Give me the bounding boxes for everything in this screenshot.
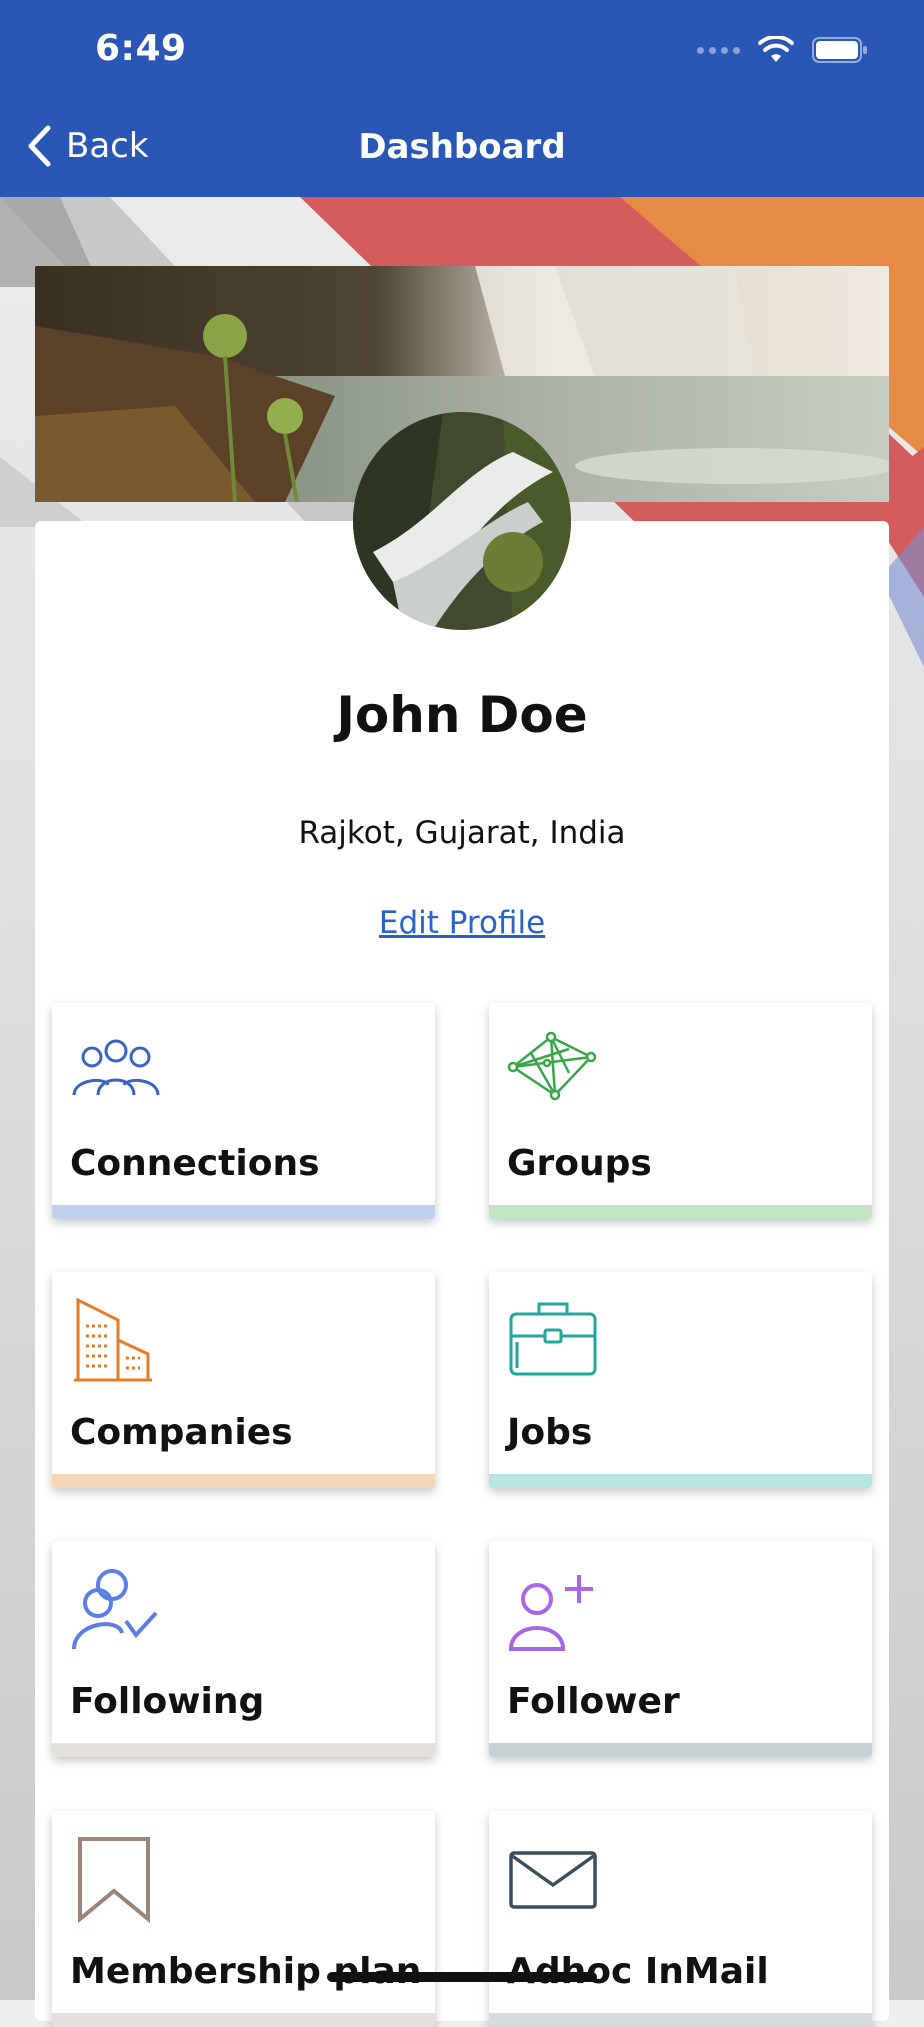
profile-card (35, 521, 889, 2021)
bookmark-icon (70, 1835, 162, 1927)
briefcase-icon (507, 1296, 599, 1388)
tile-accent (489, 1474, 872, 1488)
status-indicators (697, 36, 868, 64)
tile-accent (489, 1205, 872, 1219)
tile-label: Follower (507, 1681, 680, 1722)
tile-label: Connections (70, 1143, 320, 1184)
tile-membership-plan[interactable]: Membership plan (52, 1811, 435, 2027)
home-indicator[interactable] (327, 1972, 597, 1982)
status-time: 6:49 (95, 28, 187, 69)
tile-connections[interactable]: Connections (52, 1003, 435, 1219)
tile-accent (52, 1743, 435, 1757)
tile-following[interactable]: Following (52, 1541, 435, 1757)
tile-accent (52, 2013, 435, 2027)
edit-profile-link[interactable]: Edit Profile (0, 905, 924, 941)
app-bar: 6:49 Back Dashboard (0, 0, 924, 197)
tile-companies[interactable]: Companies (52, 1272, 435, 1488)
tile-label: Groups (507, 1143, 652, 1184)
network-icon (507, 1027, 599, 1119)
tile-accent (52, 1205, 435, 1219)
wifi-icon (758, 36, 794, 64)
tile-accent (52, 1474, 435, 1488)
profile-name: John Doe (336, 686, 588, 744)
battery-icon (812, 37, 868, 63)
tile-accent (489, 2013, 872, 2027)
avatar[interactable] (353, 412, 571, 630)
people-group-icon (70, 1027, 162, 1119)
user-check-icon (70, 1565, 162, 1657)
tile-adhoc-inmail[interactable]: Adhoc InMail (489, 1811, 872, 2027)
tile-label: Companies (70, 1412, 293, 1453)
page-title: Dashboard (358, 127, 566, 167)
tile-accent (489, 1743, 872, 1757)
mail-icon (507, 1835, 599, 1927)
tile-label: Following (70, 1681, 265, 1722)
user-add-icon (507, 1565, 599, 1657)
profile-location: Rajkot, Gujarat, India (298, 815, 626, 851)
cellular-signal-icon (697, 46, 740, 54)
tile-follower[interactable]: Follower (489, 1541, 872, 1757)
buildings-icon (70, 1296, 162, 1388)
tile-jobs[interactable]: Jobs (489, 1272, 872, 1488)
tile-label: Jobs (507, 1412, 593, 1453)
tile-groups[interactable]: Groups (489, 1003, 872, 1219)
